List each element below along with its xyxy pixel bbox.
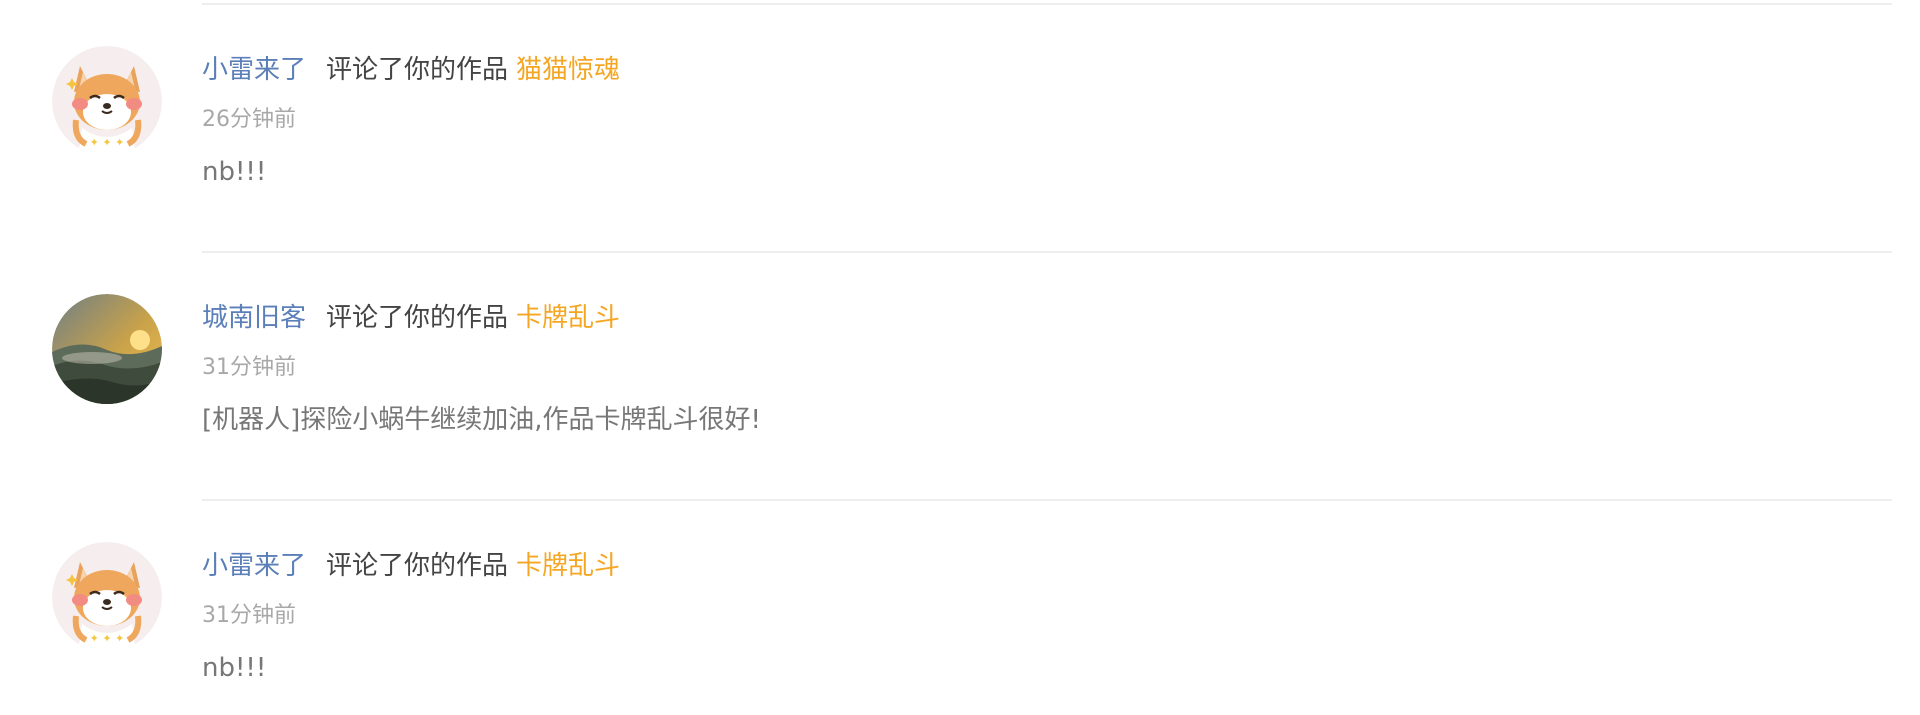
user-name-link[interactable]: 小雷来了: [202, 551, 306, 581]
notification-item: ✦ ✦ ✦ 小雷来了 评论了你的作品 猫猫惊魂 26分钟前 nb!!!: [0, 46, 1920, 246]
sunset-landscape-avatar-icon[interactable]: [52, 294, 162, 404]
notification-item: ✦ ✦ ✦ 小雷来了 评论了你的作品 卡牌乱斗 31分钟前 nb!!!: [0, 542, 1920, 715]
user-name-link[interactable]: 小雷来了: [202, 55, 306, 85]
timestamp: 31分钟前: [202, 355, 296, 380]
notification-title: 小雷来了 评论了你的作品 卡牌乱斗: [202, 546, 620, 586]
comment-notification-list: ✦ ✦ ✦ 小雷来了 评论了你的作品 猫猫惊魂 26分钟前 nb!!! 城南旧客…: [0, 0, 1920, 715]
svg-text:✦ ✦ ✦: ✦ ✦ ✦: [90, 136, 125, 149]
comment-text: [机器人]探险小蜗牛继续加油,作品卡牌乱斗很好!: [202, 405, 761, 435]
work-title-link[interactable]: 猫猫惊魂: [516, 55, 620, 85]
divider: [202, 3, 1892, 5]
user-name-link[interactable]: 城南旧客: [202, 303, 306, 333]
shiba-dog-avatar-icon[interactable]: ✦ ✦ ✦: [52, 46, 162, 156]
notification-title: 城南旧客 评论了你的作品 卡牌乱斗: [202, 298, 620, 338]
action-text: 评论了你的作品: [326, 55, 509, 85]
shiba-dog-avatar-icon[interactable]: ✦ ✦ ✦: [52, 542, 162, 652]
action-text: 评论了你的作品: [326, 551, 509, 581]
divider: [202, 251, 1892, 253]
comment-text: nb!!!: [202, 157, 267, 187]
notification-item: 城南旧客 评论了你的作品 卡牌乱斗 31分钟前 [机器人]探险小蜗牛继续加油,作品卡…: [0, 294, 1920, 494]
comment-text: nb!!!: [202, 653, 267, 683]
timestamp: 26分钟前: [202, 107, 296, 132]
work-title-link[interactable]: 卡牌乱斗: [516, 303, 620, 333]
action-text: 评论了你的作品: [326, 303, 509, 333]
timestamp: 31分钟前: [202, 603, 296, 628]
svg-text:✦ ✦ ✦: ✦ ✦ ✦: [90, 632, 125, 645]
notification-title: 小雷来了 评论了你的作品 猫猫惊魂: [202, 50, 620, 90]
work-title-link[interactable]: 卡牌乱斗: [516, 551, 620, 581]
divider: [202, 499, 1892, 501]
